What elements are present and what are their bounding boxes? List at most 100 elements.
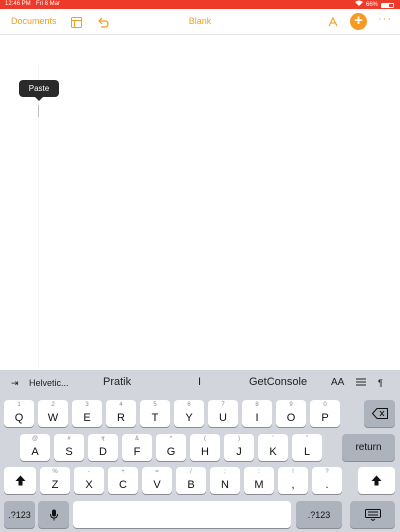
key-alt-label: 6 <box>187 402 191 408</box>
key-row1-9[interactable]: 0P <box>310 400 340 427</box>
shift-icon <box>4 467 36 494</box>
key-row3-7[interactable]: !, <box>278 467 308 494</box>
key-row2-1[interactable]: # S <box>54 434 84 461</box>
document-title: Blank <box>188 16 212 26</box>
key-row3-1[interactable]: -X <box>74 467 104 494</box>
key-main-label: T <box>151 412 159 424</box>
key-main-label: . <box>325 479 329 491</box>
key-row2-7[interactable]: ' K <box>258 434 288 461</box>
shift-icon <box>358 467 395 494</box>
status-bar: 12:46 PM Fri 8 Mar 66% <box>0 0 400 9</box>
key-alt-label: 4 <box>119 402 123 408</box>
font-size-button[interactable]: AA <box>331 377 344 388</box>
numbers-key-left[interactable]: .?123 <box>4 501 35 528</box>
key-main-label: F <box>133 446 141 458</box>
key-row2-4[interactable]: * G <box>156 434 186 461</box>
key-main-label: A <box>31 446 39 458</box>
key-main-label: K <box>269 446 277 458</box>
key-row2-6[interactable]: ) J <box>224 434 254 461</box>
key-alt-label: 2 <box>51 402 55 408</box>
key-main-label: H <box>201 446 209 458</box>
key-alt-label: - <box>88 469 90 475</box>
suggestion-2[interactable]: I <box>198 376 201 388</box>
numbers-label: .?123 <box>307 509 331 520</box>
status-date: Fri 8 Mar <box>36 1 60 7</box>
key-alt-label: ' <box>272 436 274 442</box>
delete-key[interactable] <box>364 400 395 427</box>
key-main-label: Z <box>51 479 59 491</box>
key-alt-label: ? <box>325 469 329 475</box>
key-main-label: U <box>219 412 227 424</box>
key-alt-label: + <box>121 469 125 475</box>
key-main-label: S <box>65 446 73 458</box>
key-main-label: X <box>85 479 93 491</box>
key-alt-label: : <box>258 469 260 475</box>
key-row1-8[interactable]: 9O <box>276 400 306 427</box>
key-alt-label: 8 <box>255 402 259 408</box>
key-main-label: P <box>321 412 329 424</box>
key-alt-label: # <box>67 436 71 442</box>
key-row2-0[interactable]: @ A <box>20 434 50 461</box>
key-row2-8[interactable]: " L <box>292 434 322 461</box>
key-main-label: B <box>187 479 195 491</box>
key-row1-6[interactable]: 7U <box>208 400 238 427</box>
suggestion-3[interactable]: GetConsole <box>249 376 307 388</box>
key-alt-label: 5 <box>153 402 157 408</box>
text-cursor <box>38 105 39 117</box>
more-button[interactable]: ··· <box>378 13 392 25</box>
key-main-label: I <box>255 412 259 424</box>
key-row3-5[interactable]: ; N <box>210 467 240 494</box>
numbers-key-right[interactable]: .?123 <box>296 501 342 528</box>
align-icon[interactable] <box>356 378 366 389</box>
key-alt-label: 1 <box>17 402 21 408</box>
indent-icon[interactable]: ⇥ <box>11 378 19 389</box>
font-selector[interactable]: Helvetic... <box>29 378 69 388</box>
key-main-label: D <box>99 446 107 458</box>
document-toolbar: Documents Blank + ··· <box>0 9 400 35</box>
key-row3-0[interactable]: % Z <box>40 467 70 494</box>
paste-menu-pointer <box>35 97 43 101</box>
key-row2-2[interactable]: ₹ D <box>88 434 118 461</box>
key-row2-5[interactable]: (H <box>190 434 220 461</box>
key-row1-4[interactable]: 5T <box>140 400 170 427</box>
dictation-key[interactable] <box>38 501 69 528</box>
suggestion-1[interactable]: Pratik <box>103 376 131 388</box>
key-main-label: , <box>291 479 295 491</box>
key-alt-label: ( <box>204 436 206 442</box>
key-row1-5[interactable]: 6Y <box>174 400 204 427</box>
document-canvas[interactable]: Paste <box>0 36 400 370</box>
key-main-label: O <box>286 412 296 424</box>
key-row1-0[interactable]: 1Q <box>4 400 34 427</box>
key-row3-8[interactable]: ?. <box>312 467 342 494</box>
key-main-label: E <box>83 412 91 424</box>
key-row3-2[interactable]: + C <box>108 467 138 494</box>
shift-key-right[interactable] <box>358 467 395 494</box>
on-screen-keyboard: ⇥ Helvetic... Pratik I GetConsole AA ¶ 1… <box>0 370 400 532</box>
hide-keyboard-key[interactable] <box>350 501 395 528</box>
key-row1-1[interactable]: 2W <box>38 400 68 427</box>
key-main-label: N <box>221 479 229 491</box>
key-row1-2[interactable]: 3E <box>72 400 102 427</box>
paragraph-button[interactable]: ¶ <box>378 378 383 388</box>
add-button[interactable]: + <box>350 13 367 30</box>
key-alt-label: @ <box>31 436 39 442</box>
key-main-label: Q <box>14 412 24 424</box>
key-row3-3[interactable]: = V <box>142 467 172 494</box>
format-brush-icon[interactable] <box>327 15 339 33</box>
return-key[interactable]: return <box>342 434 395 461</box>
return-label: return <box>355 442 382 453</box>
key-row1-7[interactable]: 8I <box>242 400 272 427</box>
key-row3-4[interactable]: / B <box>176 467 206 494</box>
key-row2-3[interactable]: & F <box>122 434 152 461</box>
key-row3-6[interactable]: :M <box>244 467 274 494</box>
key-alt-label: " <box>305 436 309 442</box>
key-main-label: V <box>153 479 161 491</box>
key-main-label: L <box>303 446 311 458</box>
key-alt-label: 7 <box>221 402 225 408</box>
key-alt-label: ₹ <box>101 437 105 443</box>
shift-key-left[interactable] <box>4 467 36 494</box>
key-row1-3[interactable]: 4R <box>106 400 136 427</box>
pages-app-screen: 12:46 PM Fri 8 Mar 66% Documents Blank +… <box>0 0 400 532</box>
paste-menu-button[interactable]: Paste <box>19 80 59 97</box>
space-key[interactable] <box>73 501 291 528</box>
